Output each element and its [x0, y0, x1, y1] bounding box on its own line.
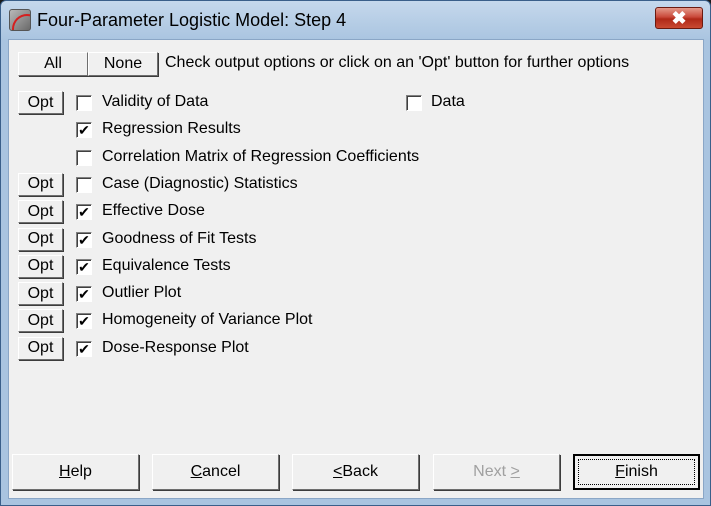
opt-button[interactable]: Opt: [18, 172, 63, 196]
dialog-body: All None Check output options or click o…: [8, 39, 704, 499]
cancel-label-post: ancel: [202, 463, 241, 480]
option-checkbox[interactable]: ✔: [76, 258, 92, 275]
window-title: Four-Parameter Logistic Model: Step 4: [37, 10, 347, 30]
option-label: Validity of Data: [102, 93, 209, 110]
opt-button[interactable]: Opt: [18, 227, 63, 251]
option-checkbox[interactable]: [76, 95, 92, 111]
back-label-post: Back: [342, 463, 378, 480]
help-accel: H: [59, 463, 71, 480]
option-checkbox[interactable]: [76, 176, 92, 193]
none-button[interactable]: None: [88, 52, 158, 76]
checkmark-icon: ✔: [78, 340, 90, 357]
option-checkbox[interactable]: ✔: [76, 204, 92, 221]
checkmark-icon: ✔: [78, 258, 90, 275]
back-accel: <: [333, 463, 343, 480]
option-checkbox[interactable]: ✔: [76, 313, 92, 330]
opt-button[interactable]: Opt: [18, 309, 63, 333]
option-checkbox[interactable]: ✔: [76, 340, 92, 357]
all-button[interactable]: All: [18, 52, 88, 76]
next-button[interactable]: Next >: [433, 454, 560, 490]
title-bar[interactable]: Four-Parameter Logistic Model: Step 4 ✖: [1, 1, 710, 39]
option-checkbox[interactable]: ✔: [76, 122, 92, 139]
dialog-window: Four-Parameter Logistic Model: Step 4 ✖ …: [0, 0, 711, 506]
option-label: Homogeneity of Variance Plot: [102, 311, 313, 329]
help-button[interactable]: Help: [12, 454, 139, 490]
checkmark-icon: ✔: [78, 286, 90, 303]
option-label: Correlation Matrix of Regression Coeffic…: [102, 147, 420, 165]
opt-button[interactable]: Opt: [18, 336, 63, 360]
data-checkbox[interactable]: [406, 95, 422, 111]
checkmark-icon: ✔: [78, 231, 90, 248]
option-label: Case (Diagnostic) Statistics: [102, 174, 298, 192]
option-label: Dose-Response Plot: [102, 338, 249, 356]
opt-button[interactable]: Opt: [18, 254, 63, 278]
next-label-pre: Next: [473, 463, 511, 480]
back-button[interactable]: < Back: [292, 454, 419, 490]
checkmark-icon: ✔: [78, 313, 90, 330]
close-icon: ✖: [671, 7, 687, 28]
option-label: Regression Results: [102, 120, 241, 138]
opt-button[interactable]: Opt: [18, 91, 63, 114]
cancel-button[interactable]: Cancel: [152, 454, 279, 490]
cancel-accel: C: [190, 463, 203, 480]
instruction-text: Check output options or click on an 'Opt…: [165, 54, 630, 71]
close-button[interactable]: ✖: [655, 7, 703, 29]
finish-button[interactable]: Finish: [573, 454, 700, 490]
option-label: Goodness of Fit Tests: [102, 229, 257, 247]
option-label: Equivalence Tests: [102, 256, 231, 274]
checkmark-icon: ✔: [78, 204, 90, 221]
help-label-post: elp: [70, 463, 92, 480]
next-accel: >: [510, 463, 520, 480]
focus-rect: [578, 459, 695, 485]
option-label: Outlier Plot: [102, 284, 182, 302]
app-icon: [9, 9, 31, 31]
option-checkbox[interactable]: [76, 149, 92, 166]
data-label: Data: [431, 93, 465, 110]
opt-button[interactable]: Opt: [18, 282, 63, 306]
checkmark-icon: ✔: [78, 122, 90, 139]
option-label: Effective Dose: [102, 202, 205, 220]
option-checkbox[interactable]: ✔: [76, 231, 92, 248]
opt-button[interactable]: Opt: [18, 200, 63, 224]
option-checkbox[interactable]: ✔: [76, 286, 92, 303]
